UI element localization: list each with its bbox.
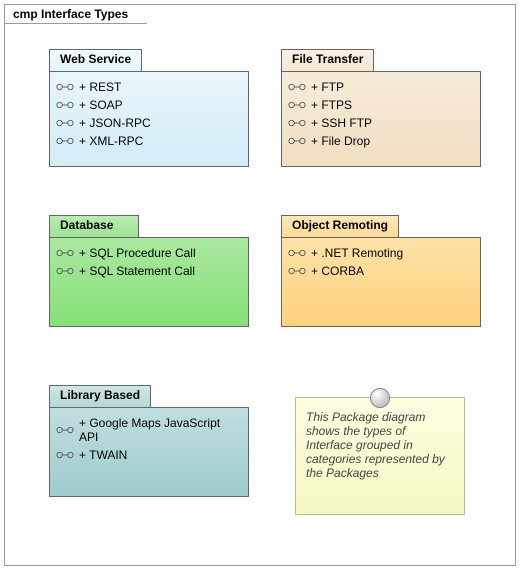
package-title: Library Based <box>60 388 140 402</box>
interface-icon <box>56 248 74 258</box>
package-item-label: + FTP <box>311 80 344 94</box>
interface-icon <box>288 266 306 276</box>
note: This Package diagram shows the types of … <box>295 397 465 515</box>
package-item: + CORBA <box>288 262 474 280</box>
package-item-label: + CORBA <box>311 264 364 278</box>
package-item-label: + REST <box>79 80 121 94</box>
package-file: File Transfer + FTP + FTPS + SSH FTP + File … <box>281 49 481 167</box>
package-remoting: Object Remoting + .NET Remoting + CORBA <box>281 215 481 327</box>
package-item: + JSON-RPC <box>56 114 242 132</box>
diagram-title: cmp Interface Types <box>13 7 128 21</box>
interface-icon <box>288 248 306 258</box>
interface-icon <box>56 136 74 146</box>
package-body: + .NET Remoting + CORBA <box>281 237 481 327</box>
package-item-label: + SQL Procedure Call <box>79 246 196 260</box>
package-item: + XML-RPC <box>56 132 242 150</box>
package-web: Web Service + REST + SOAP + JSON-RPC + XML-R… <box>49 49 249 167</box>
package-item-label: + TWAIN <box>79 448 127 462</box>
interface-icon <box>56 82 74 92</box>
package-item: + SQL Procedure Call <box>56 244 242 262</box>
interface-icon <box>288 100 306 110</box>
pin-icon <box>370 388 390 408</box>
package-body: + SQL Procedure Call + SQL Statement Call <box>49 237 249 327</box>
package-lib: Library Based + Google Maps JavaScript AP… <box>49 385 249 497</box>
package-item: + SSH FTP <box>288 114 474 132</box>
interface-icon <box>56 450 74 460</box>
package-title: Object Remoting <box>292 218 388 232</box>
package-item-label: + .NET Remoting <box>311 246 403 260</box>
interface-icon <box>288 82 306 92</box>
package-item: + FTP <box>288 78 474 96</box>
package-item-label: + SSH FTP <box>311 116 372 130</box>
package-item: + File Drop <box>288 132 474 150</box>
package-item-label: + Google Maps JavaScript API <box>79 416 242 444</box>
package-item: + Google Maps JavaScript API <box>56 414 242 446</box>
package-item-label: + JSON-RPC <box>79 116 151 130</box>
package-body: + Google Maps JavaScript API + TWAIN <box>49 407 249 497</box>
package-body: + REST + SOAP + JSON-RPC + XML-RPC <box>49 71 249 167</box>
interface-icon <box>56 425 74 435</box>
package-title: Database <box>60 218 113 232</box>
package-item: + .NET Remoting <box>288 244 474 262</box>
package-item: + REST <box>56 78 242 96</box>
package-item-label: + SOAP <box>79 98 123 112</box>
package-title: Web Service <box>60 52 131 66</box>
package-tab: Object Remoting <box>281 215 399 237</box>
package-body: + FTP + FTPS + SSH FTP + File Drop <box>281 71 481 167</box>
package-item-label: + FTPS <box>311 98 352 112</box>
package-db: Database + SQL Procedure Call + SQL Statem… <box>49 215 249 327</box>
package-tab: Database <box>49 215 139 237</box>
interface-icon <box>288 118 306 128</box>
package-tab: File Transfer <box>281 49 374 71</box>
package-item: + SQL Statement Call <box>56 262 242 280</box>
interface-icon <box>56 118 74 128</box>
package-tab: Web Service <box>49 49 142 71</box>
interface-icon <box>288 136 306 146</box>
package-item-label: + File Drop <box>311 134 370 148</box>
package-item-label: + SQL Statement Call <box>79 264 195 278</box>
package-item: + TWAIN <box>56 446 242 464</box>
package-item-label: + XML-RPC <box>79 134 143 148</box>
package-title: File Transfer <box>292 52 363 66</box>
note-text: This Package diagram shows the types of … <box>306 410 454 480</box>
diagram-title-tab: cmp Interface Types <box>4 4 147 24</box>
package-item: + FTPS <box>288 96 474 114</box>
diagram-frame: cmp Interface Types Web Service + REST + S… <box>4 4 516 566</box>
interface-icon <box>56 266 74 276</box>
package-tab: Library Based <box>49 385 151 407</box>
interface-icon <box>56 100 74 110</box>
package-item: + SOAP <box>56 96 242 114</box>
